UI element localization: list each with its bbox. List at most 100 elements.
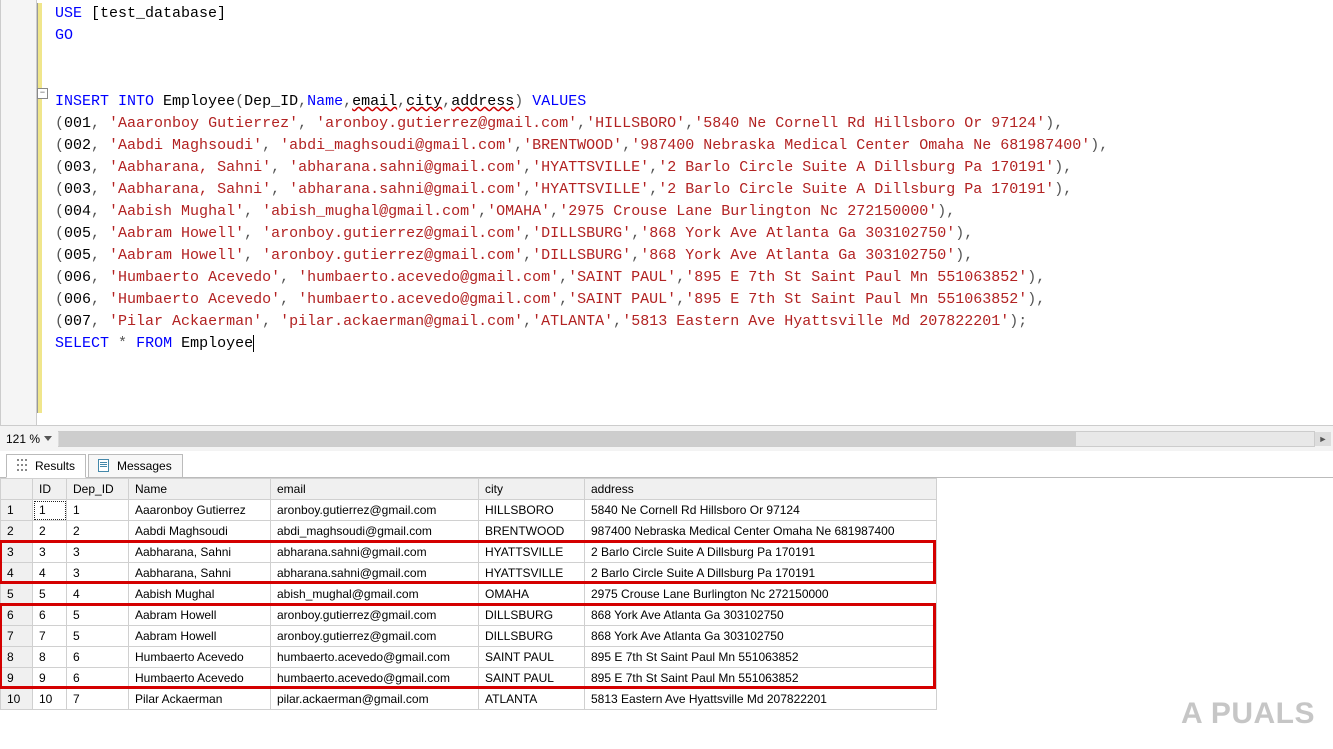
col-header-city[interactable]: city (479, 479, 585, 500)
cell-Name[interactable]: Humbaerto Acevedo (129, 647, 271, 668)
row-number[interactable]: 10 (1, 689, 33, 710)
rownum-header[interactable] (1, 479, 33, 500)
table-row[interactable]: 996Humbaerto Acevedohumbaerto.acevedo@gm… (1, 668, 937, 689)
table-row[interactable]: 886Humbaerto Acevedohumbaerto.acevedo@gm… (1, 647, 937, 668)
col-header-address[interactable]: address (585, 479, 937, 500)
cell-address[interactable]: 868 York Ave Atlanta Ga 303102750 (585, 626, 937, 647)
cell-address[interactable]: 987400 Nebraska Medical Center Omaha Ne … (585, 521, 937, 542)
cell-address[interactable]: 5813 Eastern Ave Hyattsville Md 20782220… (585, 689, 937, 710)
cell-city[interactable]: SAINT PAUL (479, 647, 585, 668)
cell-email[interactable]: aronboy.gutierrez@gmail.com (271, 626, 479, 647)
cell-city[interactable]: SAINT PAUL (479, 668, 585, 689)
cell-address[interactable]: 895 E 7th St Saint Paul Mn 551063852 (585, 647, 937, 668)
row-number[interactable]: 1 (1, 500, 33, 521)
cell-email[interactable]: abharana.sahni@gmail.com (271, 563, 479, 584)
cell-email[interactable]: humbaerto.acevedo@gmail.com (271, 647, 479, 668)
sql-editor[interactable]: − USE [test_database] GO INSERT INTO Emp… (0, 0, 1333, 425)
hscroll-thumb[interactable] (59, 432, 1076, 446)
cell-DepID[interactable]: 1 (67, 500, 129, 521)
cell-address[interactable]: 2 Barlo Circle Suite A Dillsburg Pa 1701… (585, 542, 937, 563)
table-row[interactable]: 10107Pilar Ackaermanpilar.ackaerman@gmai… (1, 689, 937, 710)
tab-messages[interactable]: Messages (88, 454, 183, 477)
row-number[interactable]: 9 (1, 668, 33, 689)
cell-ID[interactable]: 9 (33, 668, 67, 689)
cell-ID[interactable]: 2 (33, 521, 67, 542)
cell-Name[interactable]: Aabdi Maghsoudi (129, 521, 271, 542)
col-header-ID[interactable]: ID (33, 479, 67, 500)
tab-results[interactable]: Results (6, 454, 86, 478)
cell-Name[interactable]: Humbaerto Acevedo (129, 668, 271, 689)
cell-DepID[interactable]: 3 (67, 542, 129, 563)
cell-city[interactable]: DILLSBURG (479, 605, 585, 626)
cell-Name[interactable]: Aabram Howell (129, 605, 271, 626)
cell-ID[interactable]: 6 (33, 605, 67, 626)
cell-DepID[interactable]: 2 (67, 521, 129, 542)
kw-insert: INSERT INTO (55, 93, 154, 110)
cell-city[interactable]: DILLSBURG (479, 626, 585, 647)
cell-ID[interactable]: 7 (33, 626, 67, 647)
cell-DepID[interactable]: 5 (67, 605, 129, 626)
cell-ID[interactable]: 3 (33, 542, 67, 563)
kw-from: FROM (136, 335, 172, 352)
row-number[interactable]: 3 (1, 542, 33, 563)
table-row[interactable]: 333Aabharana, Sahniabharana.sahni@gmail.… (1, 542, 937, 563)
cell-Name[interactable]: Aabram Howell (129, 626, 271, 647)
fold-toggle[interactable]: − (37, 88, 48, 99)
zoom-dropdown-icon[interactable] (44, 436, 52, 441)
col-header-Name[interactable]: Name (129, 479, 271, 500)
cell-email[interactable]: abdi_maghsoudi@gmail.com (271, 521, 479, 542)
cell-city[interactable]: BRENTWOOD (479, 521, 585, 542)
cell-ID[interactable]: 1 (33, 500, 67, 521)
cell-ID[interactable]: 10 (33, 689, 67, 710)
cell-address[interactable]: 895 E 7th St Saint Paul Mn 551063852 (585, 668, 937, 689)
row-number[interactable]: 2 (1, 521, 33, 542)
row-number[interactable]: 4 (1, 563, 33, 584)
cell-Name[interactable]: Aabish Mughal (129, 584, 271, 605)
cell-DepID[interactable]: 3 (67, 563, 129, 584)
cell-email[interactable]: aronboy.gutierrez@gmail.com (271, 605, 479, 626)
cell-ID[interactable]: 8 (33, 647, 67, 668)
row-number[interactable]: 6 (1, 605, 33, 626)
scroll-right-icon[interactable]: ► (1315, 432, 1331, 446)
cell-email[interactable]: humbaerto.acevedo@gmail.com (271, 668, 479, 689)
cell-ID[interactable]: 5 (33, 584, 67, 605)
code-area[interactable]: USE [test_database] GO INSERT INTO Emplo… (51, 0, 1112, 358)
cell-ID[interactable]: 4 (33, 563, 67, 584)
cell-city[interactable]: OMAHA (479, 584, 585, 605)
cell-Name[interactable]: Aaaronboy Gutierrez (129, 500, 271, 521)
table-row[interactable]: 111Aaaronboy Gutierrezaronboy.gutierrez@… (1, 500, 937, 521)
cell-DepID[interactable]: 6 (67, 668, 129, 689)
cell-Name[interactable]: Aabharana, Sahni (129, 542, 271, 563)
row-number[interactable]: 7 (1, 626, 33, 647)
cell-email[interactable]: aronboy.gutierrez@gmail.com (271, 500, 479, 521)
cell-Name[interactable]: Pilar Ackaerman (129, 689, 271, 710)
cell-email[interactable]: pilar.ackaerman@gmail.com (271, 689, 479, 710)
cell-address[interactable]: 2 Barlo Circle Suite A Dillsburg Pa 1701… (585, 563, 937, 584)
table-row[interactable]: 775Aabram Howellaronboy.gutierrez@gmail.… (1, 626, 937, 647)
cell-city[interactable]: HYATTSVILLE (479, 542, 585, 563)
row-number[interactable]: 8 (1, 647, 33, 668)
results-grid[interactable]: ID Dep_ID Name email city address 111Aaa… (0, 478, 937, 710)
cell-email[interactable]: abish_mughal@gmail.com (271, 584, 479, 605)
col-header-DepID[interactable]: Dep_ID (67, 479, 129, 500)
cell-email[interactable]: abharana.sahni@gmail.com (271, 542, 479, 563)
col-header-email[interactable]: email (271, 479, 479, 500)
zoom-level[interactable]: 121 % (0, 432, 50, 446)
cell-city[interactable]: HILLSBORO (479, 500, 585, 521)
table-row[interactable]: 554Aabish Mughalabish_mughal@gmail.comOM… (1, 584, 937, 605)
row-number[interactable]: 5 (1, 584, 33, 605)
table-row[interactable]: 665Aabram Howellaronboy.gutierrez@gmail.… (1, 605, 937, 626)
cell-DepID[interactable]: 6 (67, 647, 129, 668)
cell-address[interactable]: 868 York Ave Atlanta Ga 303102750 (585, 605, 937, 626)
cell-city[interactable]: ATLANTA (479, 689, 585, 710)
table-row[interactable]: 443Aabharana, Sahniabharana.sahni@gmail.… (1, 563, 937, 584)
cell-address[interactable]: 2975 Crouse Lane Burlington Nc 272150000 (585, 584, 937, 605)
hscrollbar[interactable]: ◄ ► (58, 431, 1315, 447)
cell-DepID[interactable]: 7 (67, 689, 129, 710)
cell-DepID[interactable]: 5 (67, 626, 129, 647)
cell-DepID[interactable]: 4 (67, 584, 129, 605)
table-row[interactable]: 222Aabdi Maghsoudiabdi_maghsoudi@gmail.c… (1, 521, 937, 542)
cell-address[interactable]: 5840 Ne Cornell Rd Hillsboro Or 97124 (585, 500, 937, 521)
cell-Name[interactable]: Aabharana, Sahni (129, 563, 271, 584)
cell-city[interactable]: HYATTSVILLE (479, 563, 585, 584)
